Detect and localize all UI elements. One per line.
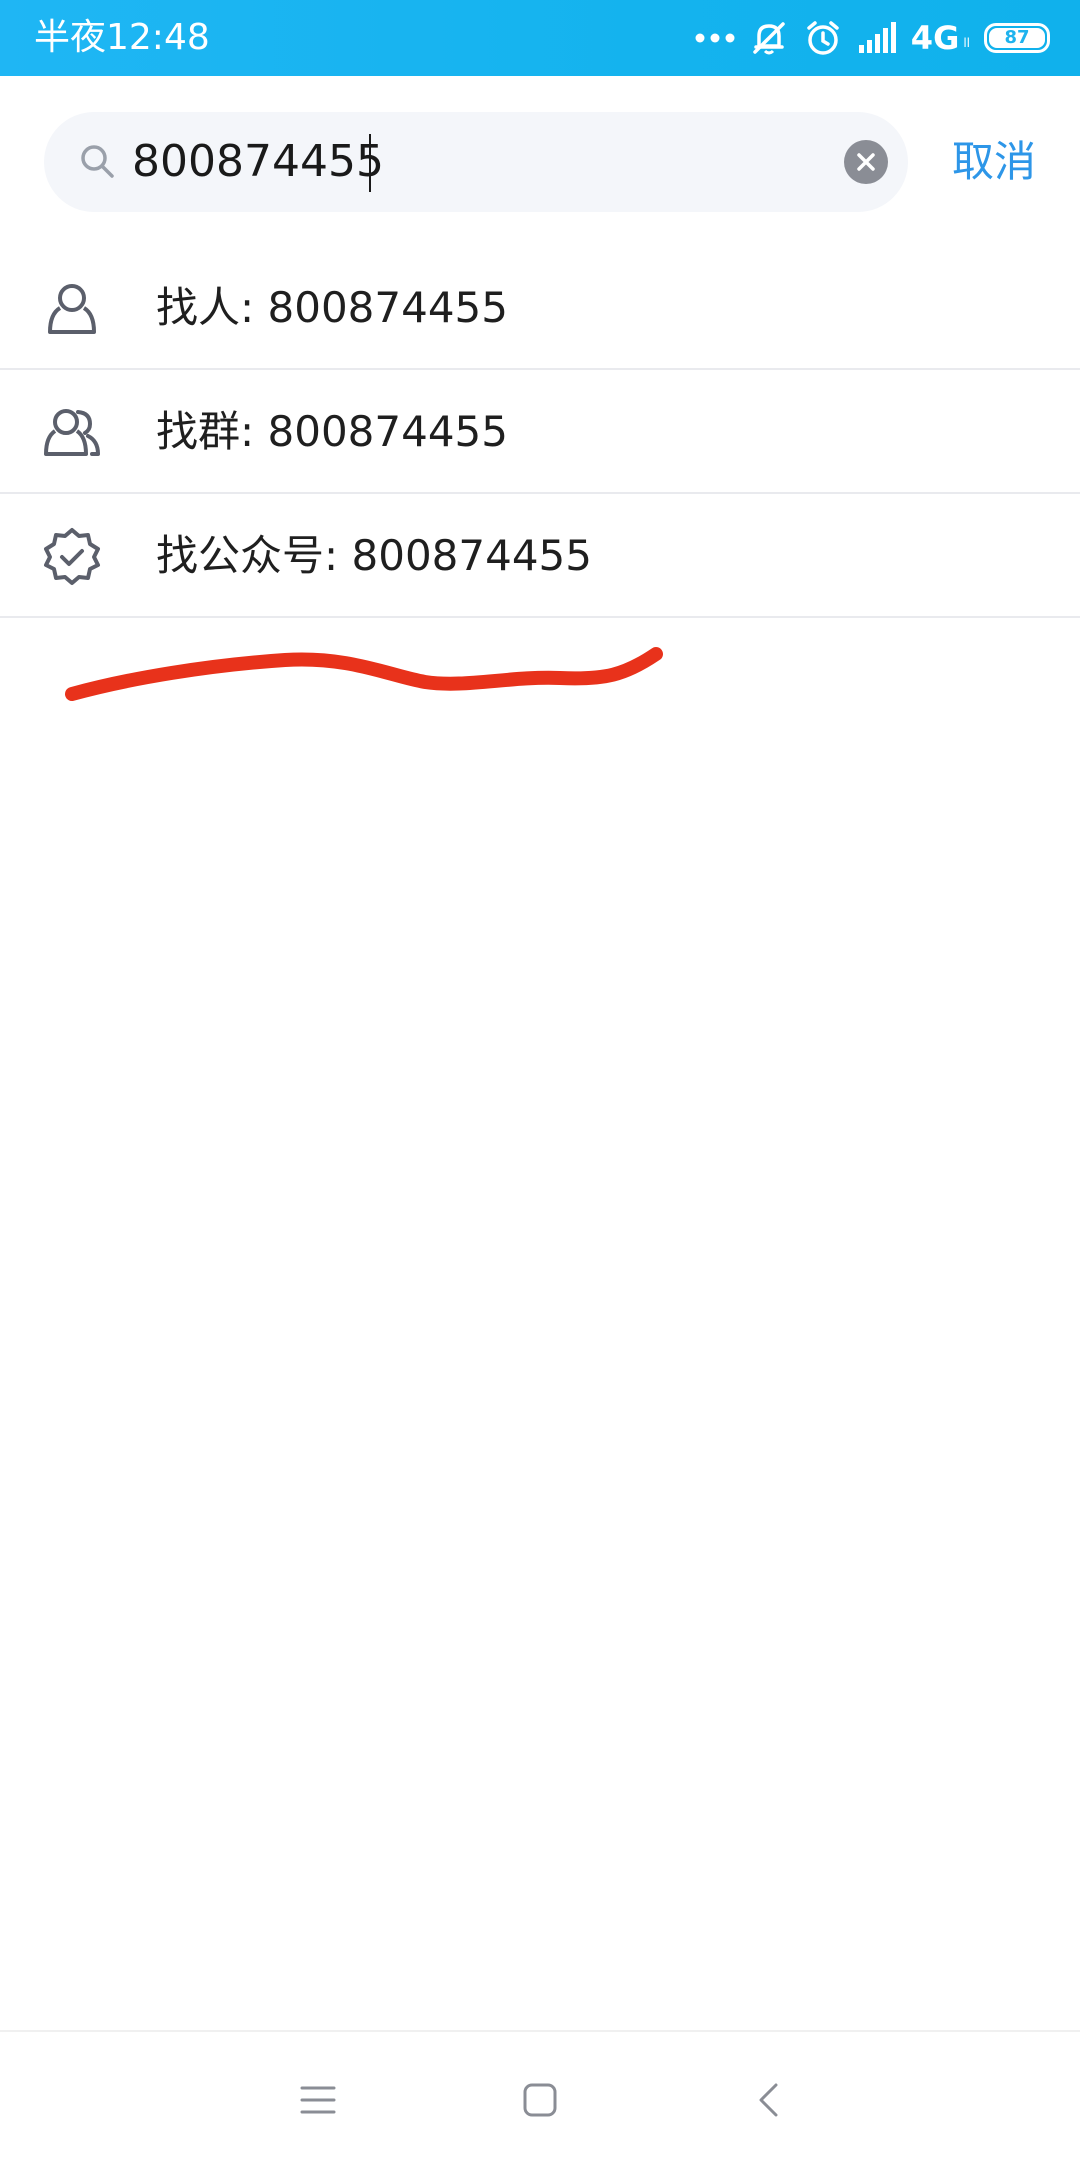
signal-icon [857, 21, 901, 55]
screen: 半夜12:48 4G ll 87 800874455 取消 找人: 800874… [0, 0, 1080, 2160]
annotation-stroke [65, 647, 663, 701]
navigation-bar [0, 2030, 1080, 2160]
clear-icon[interactable] [844, 140, 888, 184]
result-find-person[interactable]: 找人: 800874455 [0, 246, 1080, 370]
search-box[interactable] [44, 112, 908, 212]
bell-off-icon [749, 18, 789, 58]
search-icon [78, 142, 118, 186]
result-label: 找人: 800874455 [156, 283, 508, 332]
text-caret [369, 134, 371, 192]
status-time: 半夜12:48 [34, 17, 210, 58]
search-bar: 取消 [0, 76, 1080, 246]
battery-level: 87 [989, 28, 1045, 48]
more-dots-icon [695, 32, 735, 44]
search-input[interactable] [132, 130, 772, 194]
network-activity: ll [963, 36, 970, 50]
back-icon[interactable] [738, 2070, 798, 2130]
group-icon [40, 400, 104, 464]
network-type: 4G [910, 19, 960, 57]
person-icon [40, 276, 104, 340]
status-icons: 4G ll 87 [695, 14, 1050, 62]
status-bar: 半夜12:48 4G ll 87 [0, 0, 1080, 76]
result-label: 找公众号: 800874455 [156, 531, 592, 580]
battery-icon: 87 [984, 23, 1050, 53]
verified-badge-icon [40, 524, 104, 588]
alarm-icon [803, 18, 843, 58]
home-icon[interactable] [510, 2070, 570, 2130]
result-label: 找群: 800874455 [156, 407, 508, 456]
cancel-button[interactable]: 取消 [952, 134, 1036, 190]
menu-icon[interactable] [288, 2070, 348, 2130]
result-find-official-account[interactable]: 找公众号: 800874455 [0, 494, 1080, 618]
result-list: 找人: 800874455 找群: 800874455 找公众号: 800874… [0, 246, 1080, 618]
result-find-group[interactable]: 找群: 800874455 [0, 370, 1080, 494]
